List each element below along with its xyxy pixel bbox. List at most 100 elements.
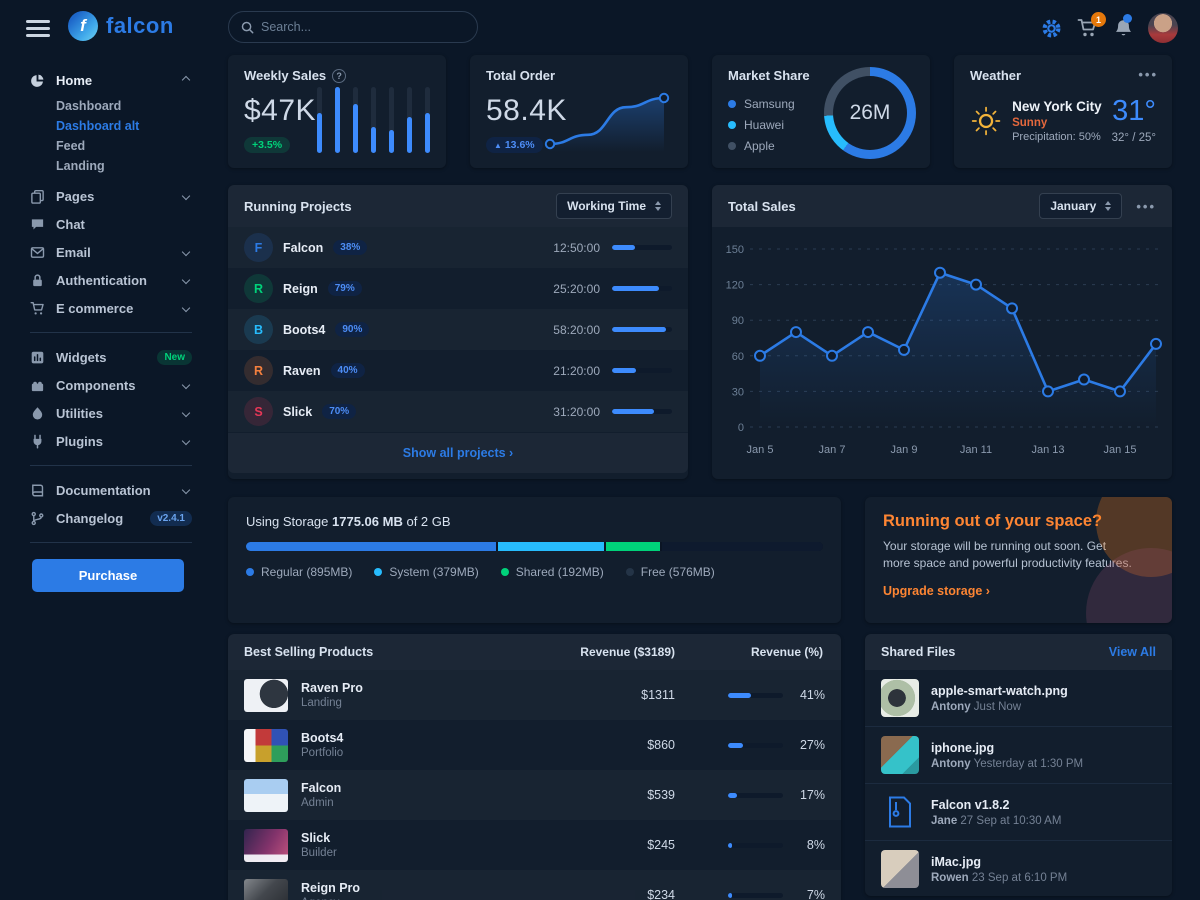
file-item-iphone-jpg[interactable]: iphone.jpgAntony Yesterday at 1:30 PM [865,726,1172,783]
bar [353,87,358,153]
user-avatar[interactable] [1148,13,1178,43]
settings-gear-icon[interactable] [1041,18,1062,39]
product-row-boots4[interactable]: Boots4Portfolio$86027% [228,720,841,770]
sidebar-item-label: Components [56,378,172,393]
weekly-sales-badge: +3.5% [244,137,290,153]
help-icon[interactable]: ? [332,69,346,83]
sidebar-item-pages[interactable]: Pages [30,182,192,210]
product-category: Builder [301,847,337,859]
project-progress-bar [612,245,672,250]
sidebar-item-components[interactable]: Components [30,371,192,399]
sidebar-item-chat[interactable]: Chat [30,210,192,238]
weather-card: Weather ••• New York City S [954,55,1172,168]
project-name: Boots4 [283,323,325,337]
sidebar-item-authentication[interactable]: Authentication [30,266,192,294]
project-row-boots4[interactable]: BBoots490%58:20:00 [228,309,688,350]
weather-precipitation: Precipitation: 50% [1012,131,1102,143]
project-avatar: S [244,397,273,426]
product-percent: 17% [795,788,825,802]
project-time: 21:20:00 [553,364,600,378]
search-box[interactable] [228,11,478,43]
product-revenue: $234 [525,888,675,900]
chevron-down-icon [182,304,190,312]
sidebar-item-label: Chat [56,217,192,232]
sidebar-item-plugins[interactable]: Plugins [30,427,192,455]
svg-text:60: 60 [732,351,744,363]
bar [425,87,430,153]
product-row-raven-pro[interactable]: Raven ProLanding$131141% [228,670,841,720]
ellipsis-menu-icon[interactable]: ••• [1138,67,1158,82]
view-all-link[interactable]: View All [1109,645,1156,659]
sidebar-item-label: Authentication [56,273,172,288]
bell-icon[interactable] [1114,18,1133,38]
project-percent-badge: 90% [335,322,369,337]
sidebar-badge: v2.4.1 [150,511,192,526]
sidebar-item-home[interactable]: Home [30,66,192,94]
chevron-up-icon [182,76,190,84]
sidebar-item-email[interactable]: Email [30,238,192,266]
sidebar-item-label: E commerce [56,301,172,316]
ellipsis-menu-icon[interactable]: ••• [1136,199,1156,214]
storage-label: Using Storage 1775.06 MB of 2 GB [246,514,823,529]
sidebar-item-documentation[interactable]: Documentation [30,476,192,504]
search-input[interactable] [261,20,465,34]
storage-segment [498,542,604,551]
shared-files-list: apple-smart-watch.pngAntony Just Nowipho… [865,670,1172,897]
sidebar-subitem-landing[interactable]: Landing [30,156,192,176]
file-meta: Rowen 23 Sep at 6:10 PM [931,872,1067,884]
file-meta: Antony Just Now [931,701,1068,713]
storage-legend-item: Shared (192MB) [501,565,604,579]
falcon-logo-icon: f [68,11,98,41]
sidebar-item-label: Pages [56,189,172,204]
sidebar-item-label: Documentation [56,483,172,498]
svg-text:Jan 7: Jan 7 [819,444,846,456]
sidebar-subitem-dashboard-alt[interactable]: Dashboard alt [30,116,192,136]
running-projects-list: FFalcon38%12:50:00RReign79%25:20:00BBoot… [228,227,688,432]
project-percent-badge: 40% [331,363,365,378]
project-row-falcon[interactable]: FFalcon38%12:50:00 [228,227,688,268]
project-row-reign[interactable]: RReign79%25:20:00 [228,268,688,309]
project-name: Slick [283,405,312,419]
chevron-down-icon [182,276,190,284]
revenue-header: Revenue ($3189) [525,645,675,659]
sidebar-item-e-commerce[interactable]: E commerce [30,294,192,322]
project-percent-badge: 79% [328,281,362,296]
month-select[interactable]: January [1039,193,1122,219]
sidebar-item-changelog[interactable]: Changelogv2.4.1 [30,504,192,532]
sidebar-item-widgets[interactable]: WidgetsNew [30,343,192,371]
project-row-raven[interactable]: RRaven40%21:20:00 [228,350,688,391]
sidebar-item-utilities[interactable]: Utilities [30,399,192,427]
file-user: Antony [931,701,971,713]
product-row-reign-pro[interactable]: Reign ProAgency$2347% [228,870,841,900]
sidebar-subitem-dashboard[interactable]: Dashboard [30,96,192,116]
working-time-select[interactable]: Working Time [556,193,672,219]
market-share-center-label: 26M [824,67,916,159]
cart-icon[interactable]: 1 [1077,18,1099,38]
brand-logo[interactable]: f falcon [68,11,174,41]
file-item-imac-jpg[interactable]: iMac.jpgRowen 23 Sep at 6:10 PM [865,840,1172,897]
product-category: Landing [301,697,363,709]
project-row-slick[interactable]: SSlick70%31:20:00 [228,391,688,432]
product-thumbnail [244,779,288,812]
purchase-button[interactable]: Purchase [32,559,184,592]
product-name: Reign Pro [301,881,360,895]
cart-count-badge: 1 [1091,12,1106,27]
upgrade-storage-link[interactable]: Upgrade storage › [883,584,990,598]
file-item-falcon-v1-8-2[interactable]: Falcon v1.8.2Jane 27 Sep at 10:30 AM [865,783,1172,840]
storage-segment [662,542,823,551]
sidebar-subitem-feed[interactable]: Feed [30,136,192,156]
show-all-projects-link[interactable]: Show all projects › [403,446,513,460]
market-share-donut-chart: 26M [824,67,916,159]
product-row-slick[interactable]: SlickBuilder$2458% [228,820,841,870]
project-time: 25:20:00 [553,282,600,296]
product-row-falcon[interactable]: FalconAdmin$53917% [228,770,841,820]
sidebar-divider [30,542,192,543]
file-item-apple-smart-watch-png[interactable]: apple-smart-watch.pngAntony Just Now [865,670,1172,726]
weekly-sales-bar-chart [317,87,430,153]
main-content: Weekly Sales ? $47K +3.5% Total Order 58… [228,55,1172,900]
book-icon [30,483,45,498]
best-selling-card: Best Selling Products Revenue ($3189) Re… [228,634,841,900]
hamburger-menu-icon[interactable] [26,20,50,41]
upgrade-space-card: Running out of your space? Your storage … [865,497,1172,623]
product-name: Raven Pro [301,681,363,695]
